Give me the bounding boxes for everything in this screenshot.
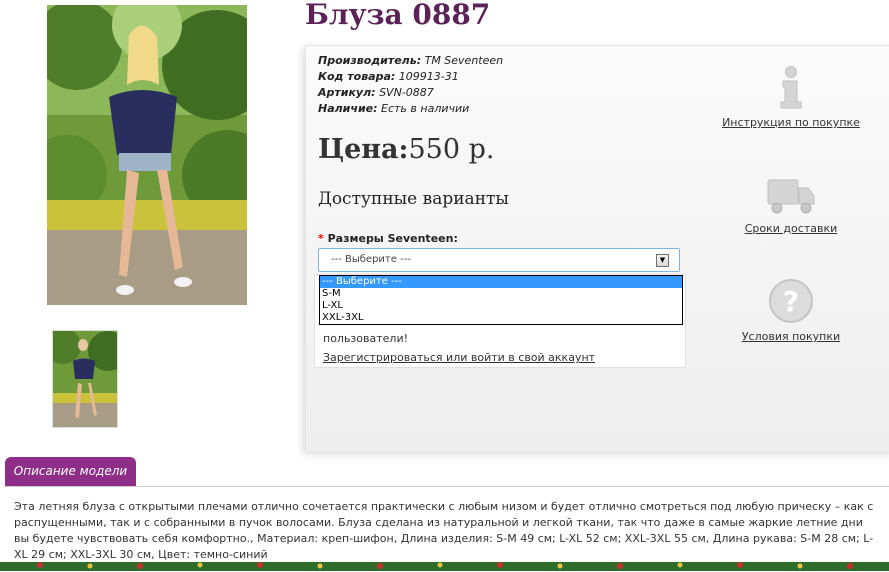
meta-value: SVN-0887: [379, 86, 434, 99]
info-icon: [780, 66, 802, 109]
side-link-label[interactable]: Условия покупки: [706, 330, 876, 343]
svg-text:?: ?: [783, 285, 799, 318]
price-value: 550 р.: [408, 134, 495, 165]
notice-text: пользователи!: [323, 332, 409, 345]
size-option[interactable]: S-M: [320, 288, 682, 300]
product-photo-image: [47, 5, 247, 305]
product-thumbnail[interactable]: [52, 330, 118, 428]
size-label: * Размеры Seventeen:: [318, 232, 458, 245]
meta-article: Артикул: SVN-0887: [318, 85, 503, 101]
product-info-panel: Производитель: TM Seventeen Код товара: …: [305, 45, 889, 451]
meta-value: 109913-31: [398, 70, 459, 83]
truck-icon: [767, 179, 815, 214]
size-select-value: --- Выберите ---: [331, 254, 411, 265]
register-login-link[interactable]: Зарегистрироваться или войти в свой акка…: [323, 351, 595, 364]
product-title: Блуза 0887: [305, 0, 491, 31]
meta-label: Наличие:: [318, 102, 378, 115]
product-meta: Производитель: TM Seventeen Код товара: …: [318, 53, 503, 117]
meta-label: Код товара:: [318, 70, 396, 83]
product-price: Цена:550 р.: [318, 134, 494, 165]
side-link-terms[interactable]: ? Условия покупки: [706, 278, 876, 343]
size-option[interactable]: --- Выберите ---: [320, 276, 682, 288]
garland-decoration: [0, 562, 889, 571]
side-link-instructions[interactable]: Инструкция по покупке: [706, 66, 876, 129]
required-mark: *: [318, 232, 324, 245]
meta-value: TM Seventeen: [424, 54, 504, 67]
size-option[interactable]: L-XL: [320, 300, 682, 312]
meta-label: Производитель:: [318, 54, 422, 67]
meta-product-code: Код товара: 109913-31: [318, 69, 503, 85]
side-link-label[interactable]: Сроки доставки: [706, 222, 876, 235]
meta-manufacturer: Производитель: TM Seventeen: [318, 53, 503, 69]
price-label: Цена:: [318, 134, 409, 165]
tab-description[interactable]: Описание модели: [5, 457, 136, 487]
size-select[interactable]: --- Выберите --- ▼: [318, 248, 680, 272]
chevron-down-icon[interactable]: ▼: [656, 254, 669, 267]
size-label-text: Размеры Seventeen:: [327, 232, 458, 245]
product-photo[interactable]: [47, 5, 247, 305]
meta-label: Артикул:: [318, 86, 376, 99]
variants-heading: Доступные варианты: [318, 189, 509, 209]
meta-value: Есть в наличии: [381, 102, 470, 115]
meta-availability: Наличие: Есть в наличии: [318, 101, 503, 117]
side-link-label[interactable]: Инструкция по покупке: [706, 116, 876, 129]
size-dropdown-list[interactable]: --- Выберите --- S-M L-XL XXL-3XL: [319, 275, 683, 325]
question-icon: ?: [769, 279, 813, 323]
product-thumbnail-image: [53, 331, 117, 427]
description-text: Эта летняя блуза с открытыми плечами отл…: [14, 500, 874, 561]
size-option[interactable]: XXL-3XL: [320, 312, 682, 324]
side-link-delivery[interactable]: Сроки доставки: [706, 176, 876, 235]
